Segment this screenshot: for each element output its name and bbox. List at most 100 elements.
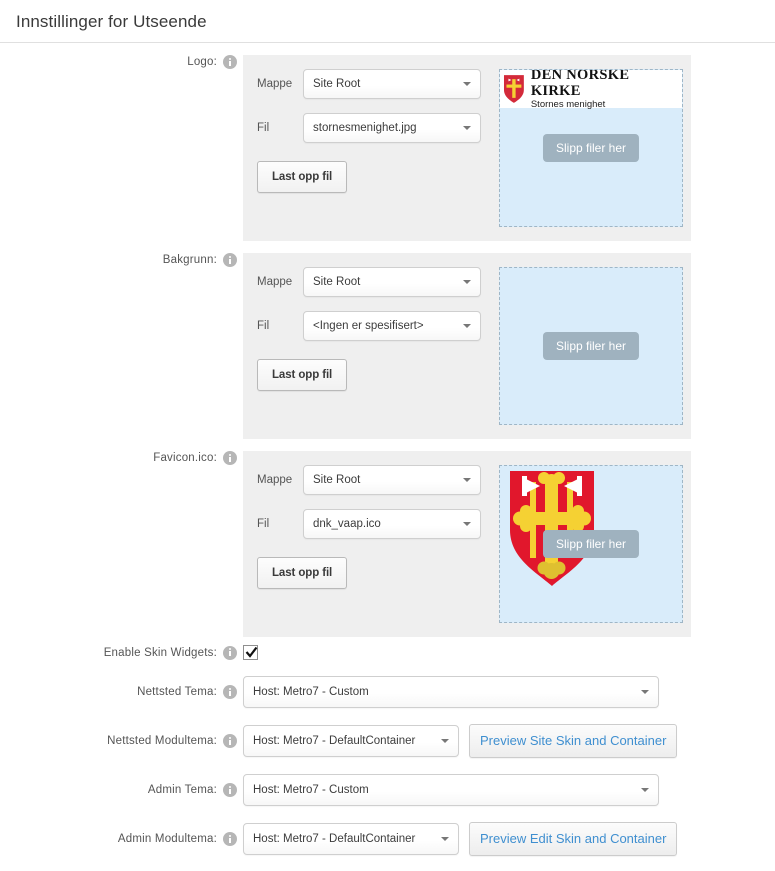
logo-upload-button[interactable]: Last opp fil: [257, 161, 348, 193]
admin-container-control: Host: Metro7 - DefaultContainer Preview …: [243, 822, 678, 856]
preview-edit-skin-button[interactable]: Preview Edit Skin and Container: [469, 822, 678, 856]
chevron-down-icon: [641, 788, 649, 792]
background-file-select[interactable]: <Ingen er spesifisert>: [303, 311, 481, 341]
admin-container-label-text: Admin Modultema:: [117, 833, 217, 845]
theme-settings: Enable Skin Widgets: Nettsted Tema: Host…: [0, 637, 775, 856]
favicon-dropzone[interactable]: Slipp filer her: [499, 465, 683, 623]
chevron-down-icon: [441, 837, 449, 841]
chevron-down-icon: [463, 82, 471, 86]
background-section-row: Bakgrunn: Mappe Site Root Fil <Ingen er …: [0, 253, 775, 439]
logo-folder-label: Mappe: [257, 78, 293, 90]
logo-section-row: Logo: Mappe Site Root Fil stornesmenighe…: [0, 55, 775, 241]
info-icon[interactable]: [223, 734, 237, 748]
logo-picker-column: Mappe Site Root Fil stornesmenighet.jpg …: [243, 69, 491, 227]
site-theme-label-text: Nettsted Tema:: [137, 686, 217, 698]
logo-file-panel: Mappe Site Root Fil stornesmenighet.jpg …: [243, 55, 691, 241]
admin-theme-label-text: Admin Tema:: [147, 784, 217, 796]
site-container-select[interactable]: Host: Metro7 - DefaultContainer: [243, 725, 459, 757]
site-container-control: Host: Metro7 - DefaultContainer Preview …: [243, 724, 678, 758]
favicon-folder-line: Mappe Site Root: [257, 465, 491, 495]
site-container-row: Nettsted Modultema: Host: Metro7 - Defau…: [0, 724, 775, 758]
logo-file-line: Fil stornesmenighet.jpg: [257, 113, 491, 143]
favicon-row-label: Favicon.ico:: [0, 451, 243, 465]
favicon-file-label: Fil: [257, 518, 270, 530]
logo-title: DEN NORSKE KIRKE: [530, 69, 630, 99]
logo-file-label: Fil: [257, 122, 270, 134]
admin-theme-row: Admin Tema: Host: Metro7 - Custom: [0, 774, 775, 806]
chevron-down-icon: [463, 126, 471, 130]
info-icon[interactable]: [223, 685, 237, 699]
logo-folder-select[interactable]: Site Root: [303, 69, 481, 99]
admin-theme-select[interactable]: Host: Metro7 - Custom: [243, 774, 659, 806]
favicon-folder-select[interactable]: Site Root: [303, 465, 481, 495]
background-label-text: Bakgrunn:: [162, 254, 217, 266]
skin-widgets-row: Enable Skin Widgets:: [0, 645, 775, 660]
favicon-folder-label: Mappe: [257, 474, 293, 486]
info-icon[interactable]: [223, 253, 237, 267]
admin-container-label: Admin Modultema:: [0, 832, 243, 846]
background-folder-select[interactable]: Site Root: [303, 267, 481, 297]
logo-drop-files-button[interactable]: Slipp filer her: [542, 134, 640, 162]
background-drop-column: Slipp filer her: [491, 267, 691, 425]
favicon-drop-files-button[interactable]: Slipp filer her: [542, 530, 640, 558]
admin-container-row: Admin Modultema: Host: Metro7 - DefaultC…: [0, 822, 775, 856]
favicon-file-value: dnk_vaap.ico: [313, 518, 381, 530]
chevron-down-icon: [641, 690, 649, 694]
favicon-label-text: Favicon.ico:: [153, 452, 217, 464]
logo-file-select[interactable]: stornesmenighet.jpg: [303, 113, 481, 143]
info-icon[interactable]: [223, 55, 237, 69]
info-icon[interactable]: [223, 783, 237, 797]
logo-preview-image: DEN NORSKE KIRKE Stornes menighet: [500, 69, 682, 110]
chevron-down-icon: [463, 280, 471, 284]
page-title: Innstillinger for Utseende: [16, 12, 207, 31]
skin-widgets-control: [243, 645, 258, 660]
skin-widgets-label: Enable Skin Widgets:: [0, 645, 243, 660]
favicon-folder-value: Site Root: [313, 474, 361, 486]
info-icon[interactable]: [223, 451, 237, 465]
admin-container-select[interactable]: Host: Metro7 - DefaultContainer: [243, 823, 459, 855]
site-container-label: Nettsted Modultema:: [0, 734, 243, 748]
background-row-label: Bakgrunn:: [0, 253, 243, 267]
page-header: Innstillinger for Utseende: [0, 0, 775, 43]
favicon-section-row: Favicon.ico: Mappe Site Root Fil dnk_vaa…: [0, 451, 775, 637]
church-shield-icon: [510, 471, 594, 586]
logo-folder-value: Site Root: [313, 78, 361, 90]
site-theme-value: Host: Metro7 - Custom: [253, 686, 369, 698]
background-dropzone[interactable]: Slipp filer her: [499, 267, 683, 425]
admin-theme-value: Host: Metro7 - Custom: [253, 784, 369, 796]
chevron-down-icon: [463, 324, 471, 328]
admin-theme-control: Host: Metro7 - Custom: [243, 774, 659, 806]
background-upload-button[interactable]: Last opp fil: [257, 359, 348, 391]
site-theme-label: Nettsted Tema:: [0, 685, 243, 699]
logo-file-value: stornesmenighet.jpg: [313, 122, 417, 134]
background-file-label: Fil: [257, 320, 270, 332]
logo-folder-line: Mappe Site Root: [257, 69, 491, 99]
background-folder-label: Mappe: [257, 276, 293, 288]
checkmark-icon: [245, 646, 258, 658]
background-file-value: <Ingen er spesifisert>: [313, 320, 424, 332]
favicon-picker-column: Mappe Site Root Fil dnk_vaap.ico Last op…: [243, 465, 491, 623]
logo-row-label: Logo:: [0, 55, 243, 69]
admin-theme-label: Admin Tema:: [0, 783, 243, 797]
chevron-down-icon: [463, 478, 471, 482]
favicon-upload-button[interactable]: Last opp fil: [257, 557, 348, 589]
favicon-file-select[interactable]: dnk_vaap.ico: [303, 509, 481, 539]
appearance-form: Logo: Mappe Site Root Fil stornesmenighe…: [0, 43, 775, 856]
info-icon[interactable]: [223, 645, 237, 660]
favicon-file-line: Fil dnk_vaap.ico: [257, 509, 491, 539]
admin-container-value: Host: Metro7 - DefaultContainer: [253, 833, 416, 845]
logo-label-text: Logo:: [187, 56, 217, 68]
background-picker-column: Mappe Site Root Fil <Ingen er spesifiser…: [243, 267, 491, 425]
background-file-panel: Mappe Site Root Fil <Ingen er spesifiser…: [243, 253, 691, 439]
enable-skin-widgets-checkbox[interactable]: [243, 645, 258, 660]
background-folder-value: Site Root: [313, 276, 361, 288]
favicon-file-panel: Mappe Site Root Fil dnk_vaap.ico Last op…: [243, 451, 691, 637]
preview-site-skin-button[interactable]: Preview Site Skin and Container: [469, 724, 678, 758]
chevron-down-icon: [463, 522, 471, 526]
logo-dropzone[interactable]: DEN NORSKE KIRKE Stornes menighet Slipp …: [499, 69, 683, 227]
site-theme-select[interactable]: Host: Metro7 - Custom: [243, 676, 659, 708]
background-drop-files-button[interactable]: Slipp filer her: [542, 332, 640, 360]
site-theme-row: Nettsted Tema: Host: Metro7 - Custom: [0, 676, 775, 708]
logo-text-block: DEN NORSKE KIRKE Stornes menighet: [530, 69, 682, 110]
info-icon[interactable]: [223, 832, 237, 846]
